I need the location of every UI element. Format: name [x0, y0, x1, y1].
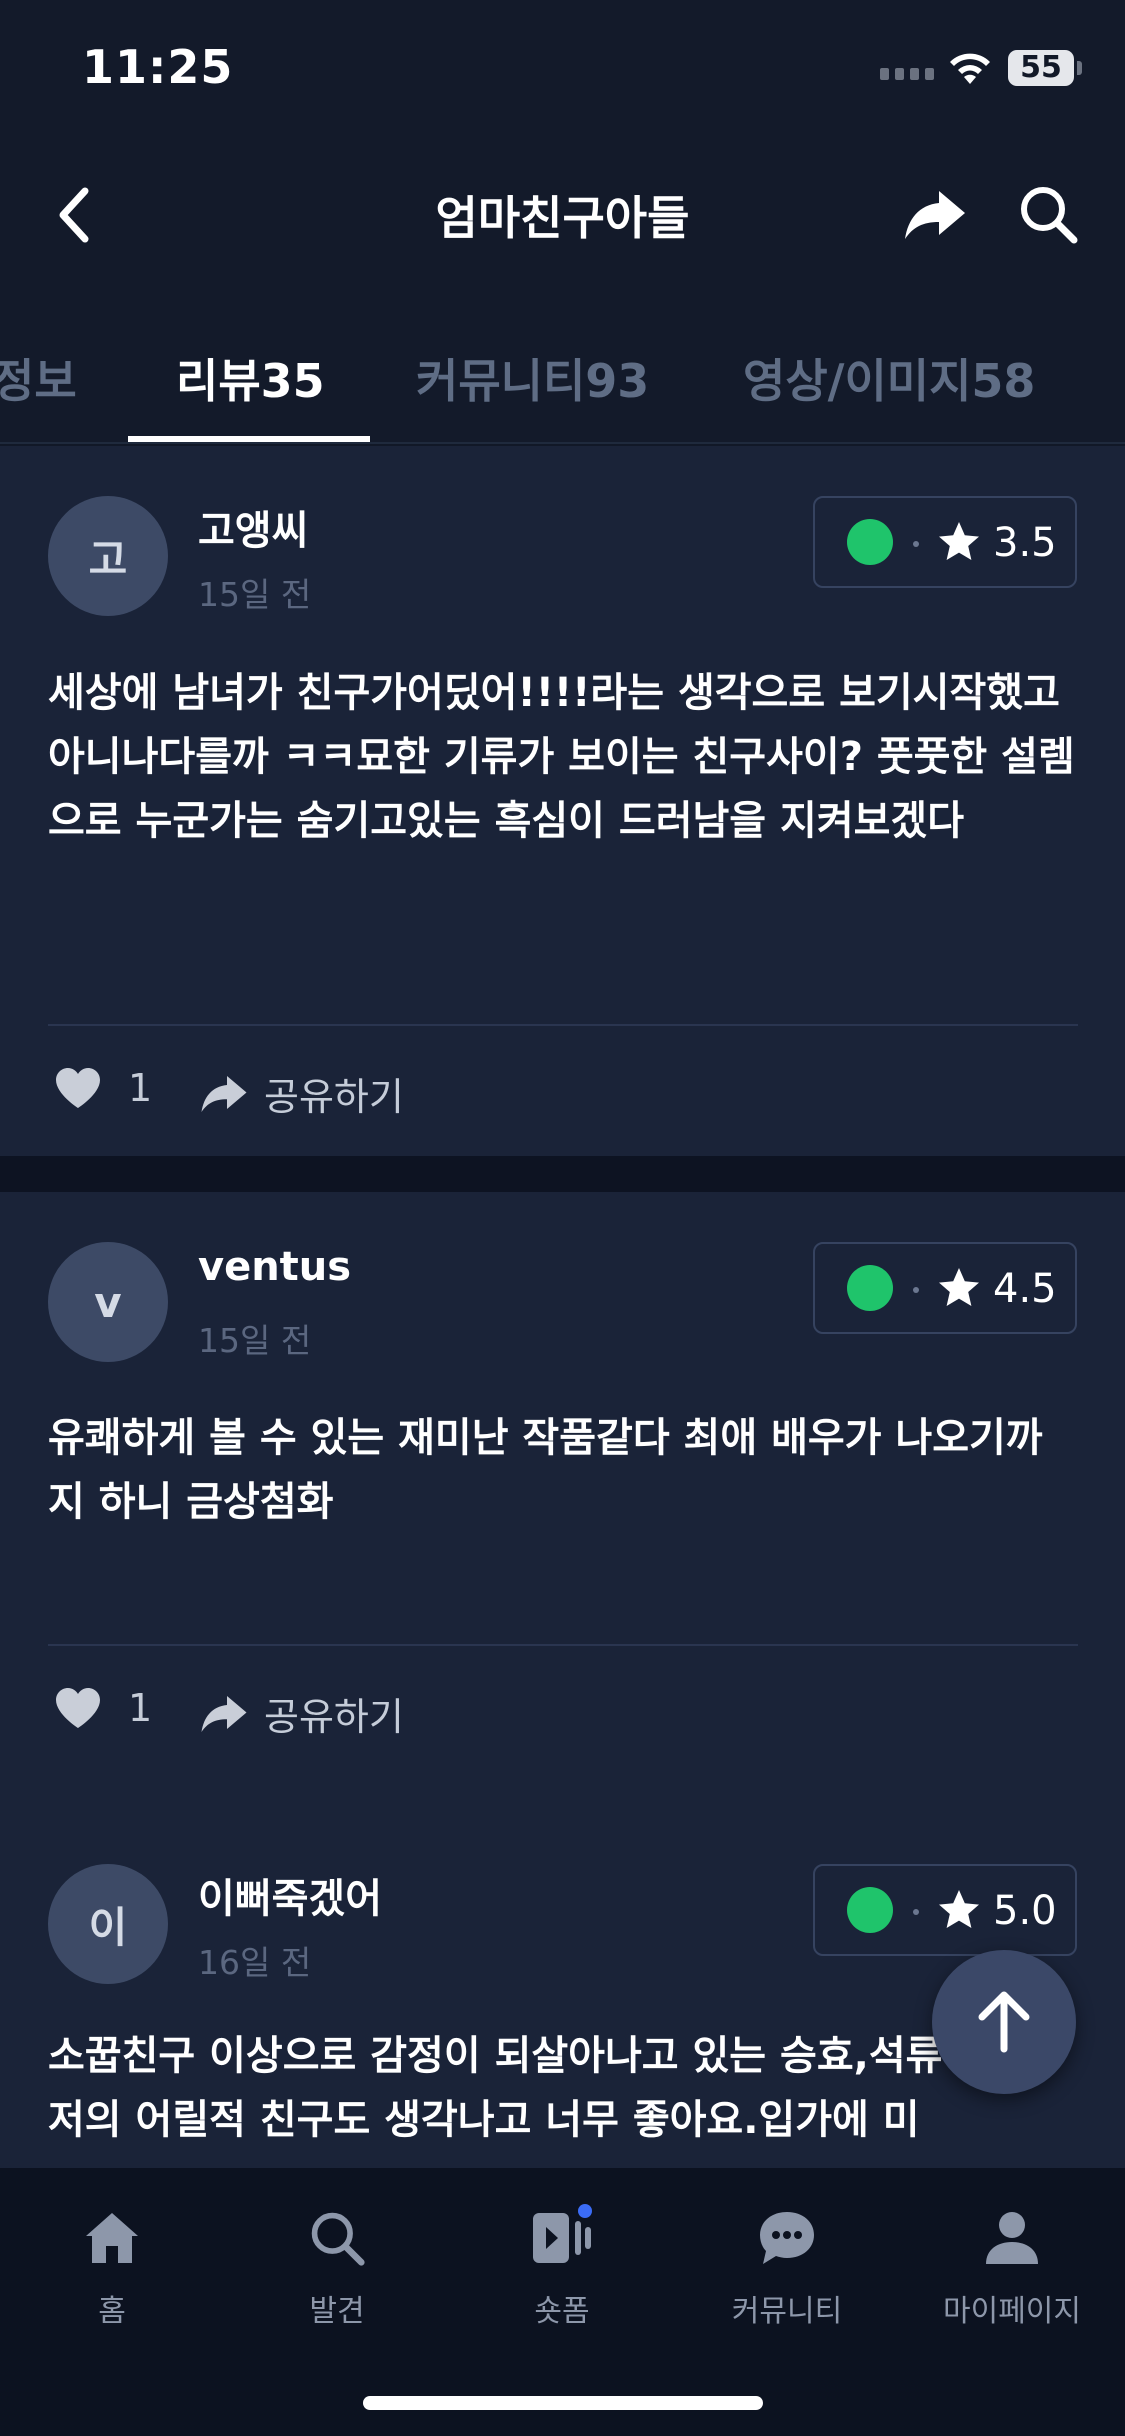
review-text[interactable]: 소꿉친구 이상으로 감정이 되살아나고 있는 승효,석류 보니 저의 어릴적 친…	[48, 2024, 1078, 2152]
review-time: 16일 전	[198, 1943, 312, 1982]
battery-tip	[1077, 61, 1082, 75]
rating-badge: 4.5	[813, 1242, 1077, 1334]
nav-discover[interactable]: 발견	[247, 2198, 427, 2330]
arrow-up-icon	[978, 1991, 1030, 2053]
divider	[48, 1024, 1078, 1026]
notification-dot	[578, 2204, 592, 2218]
share-review-button[interactable]: 공유하기	[200, 1686, 404, 1741]
home-indicator	[363, 2396, 763, 2410]
rating-separator	[913, 1909, 919, 1915]
like-button[interactable]: 1	[54, 1686, 152, 1730]
wifi-icon	[945, 48, 995, 92]
nav-community[interactable]: 커뮤니티	[697, 2198, 877, 2330]
review-card: v ventus 15일 전 4.5 유쾌하게 볼 수 있는 재미난 작품같다 …	[0, 1192, 1125, 1822]
nav-home[interactable]: 홈	[22, 2198, 202, 2330]
tab-media[interactable]: 영상/이미지58	[743, 345, 1035, 411]
status-bar: 11:25 55	[0, 0, 1125, 140]
rating-badge: 5.0	[813, 1864, 1077, 1956]
like-count: 1	[128, 1066, 153, 1110]
rating-separator	[913, 541, 919, 547]
top-app-bar: 엄마친구아들	[0, 140, 1125, 290]
tab-reviews[interactable]: 리뷰35	[176, 345, 325, 411]
person-icon	[986, 2212, 1038, 2264]
home-icon	[86, 2213, 138, 2263]
scroll-to-top-button[interactable]	[932, 1950, 1076, 2094]
rating-indicator-dot	[847, 1265, 893, 1311]
rating-indicator-dot	[847, 1887, 893, 1933]
star-icon	[939, 1890, 979, 1928]
review-card: 고 고앵씨 15일 전 3.5 세상에 남녀가 친구가어딨어!!!!라는 생각으…	[0, 446, 1125, 1156]
chat-bubble-icon	[760, 2212, 814, 2264]
tab-bar: 정보 리뷰35 커뮤니티93 영상/이미지58	[0, 290, 1125, 444]
nav-label: 홈	[98, 2294, 126, 2329]
share-arrow-icon	[201, 1695, 247, 1732]
nav-label: 발견	[309, 2294, 365, 2329]
star-icon	[939, 522, 979, 560]
share-button[interactable]	[895, 180, 975, 250]
username[interactable]: ventus	[198, 1244, 351, 1290]
battery-icon: 55	[1008, 50, 1074, 86]
rating-value: 5.0	[993, 1888, 1057, 1934]
review-text[interactable]: 유쾌하게 볼 수 있는 재미난 작품같다 최애 배우가 나오기까지 하니 금상첨…	[48, 1406, 1078, 1534]
heart-icon	[56, 1068, 100, 1108]
nav-label: 숏폼	[534, 2294, 590, 2329]
share-arrow-icon	[905, 191, 965, 239]
review-text[interactable]: 세상에 남녀가 친구가어딨어!!!!라는 생각으로 보기시작했고 아니나다를까 …	[48, 661, 1078, 853]
share-label: 공유하기	[264, 1695, 404, 1739]
avatar[interactable]: v	[48, 1242, 168, 1362]
cellular-signal-icon	[880, 68, 934, 80]
star-icon	[939, 1268, 979, 1306]
share-label: 공유하기	[264, 1075, 404, 1119]
search-button[interactable]	[1010, 176, 1086, 252]
nav-label: 커뮤니티	[731, 2294, 843, 2329]
username[interactable]: 이뻐죽겠어	[198, 1866, 382, 1924]
rating-value: 4.5	[993, 1266, 1057, 1312]
tab-info[interactable]: 정보	[0, 345, 77, 411]
active-tab-indicator	[128, 436, 370, 442]
nav-mypage[interactable]: 마이페이지	[922, 2198, 1102, 2330]
search-icon	[1021, 187, 1078, 244]
bottom-navigation: 홈 발견 숏폼 커뮤니티 마이페이지	[0, 2168, 1125, 2436]
status-time: 11:25	[82, 40, 234, 94]
rating-separator	[913, 1287, 919, 1293]
divider	[48, 1644, 1078, 1646]
search-icon	[311, 2212, 365, 2266]
nav-shortform[interactable]: 숏폼	[472, 2198, 652, 2330]
heart-icon	[56, 1688, 100, 1728]
username[interactable]: 고앵씨	[198, 498, 308, 556]
share-arrow-icon	[201, 1075, 247, 1112]
review-time: 15일 전	[198, 575, 312, 614]
avatar[interactable]: 고	[48, 496, 168, 616]
avatar[interactable]: 이	[48, 1864, 168, 1984]
tab-community[interactable]: 커뮤니티93	[416, 345, 649, 411]
review-list[interactable]: 고 고앵씨 15일 전 3.5 세상에 남녀가 친구가어딨어!!!!라는 생각으…	[0, 446, 1125, 2168]
review-time: 15일 전	[198, 1321, 312, 1360]
rating-value: 3.5	[993, 520, 1057, 566]
like-count: 1	[128, 1686, 153, 1730]
rating-indicator-dot	[847, 519, 893, 565]
rating-badge: 3.5	[813, 496, 1077, 588]
share-review-button[interactable]: 공유하기	[200, 1066, 404, 1121]
nav-label: 마이페이지	[943, 2294, 1081, 2329]
like-button[interactable]: 1	[54, 1066, 152, 1110]
